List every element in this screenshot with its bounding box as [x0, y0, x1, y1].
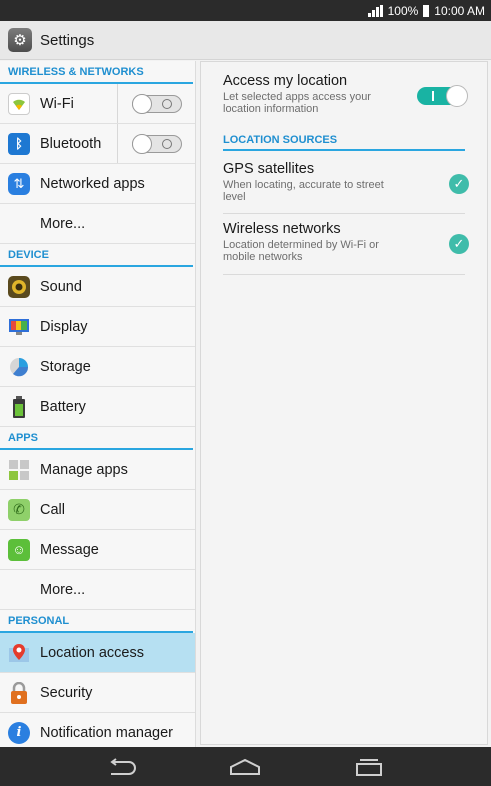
sidebar-item-storage[interactable]: Storage: [0, 347, 195, 387]
back-icon[interactable]: [102, 752, 142, 782]
home-icon[interactable]: [225, 752, 265, 782]
recent-apps-icon[interactable]: [349, 752, 389, 782]
sidebar-item-label: Security: [40, 684, 93, 701]
gps-check-icon[interactable]: ✓: [449, 174, 469, 194]
action-bar: ⚙ Settings: [0, 21, 491, 60]
bluetooth-toggle-container: [117, 124, 195, 163]
location-pin-icon: [8, 642, 30, 664]
message-icon: ☺: [8, 538, 30, 561]
section-header-wireless: WIRELESS & NETWORKS: [0, 61, 193, 84]
speaker-icon: [8, 275, 30, 298]
battery-percent: 100%: [387, 3, 419, 18]
wireless-networks-row[interactable]: Wireless networks Location determined by…: [223, 221, 465, 263]
sidebar-item-location-access[interactable]: Location access: [0, 633, 195, 673]
sidebar-item-label: Networked apps: [40, 175, 145, 192]
sidebar-item-more-apps[interactable]: More...: [0, 570, 195, 610]
sidebar-item-sound[interactable]: Sound: [0, 267, 195, 307]
section-header-apps: APPS: [0, 427, 193, 450]
wifi-toggle-container: [117, 84, 195, 123]
sidebar-item-label: Location access: [40, 644, 144, 661]
sidebar-item-label: Wi-Fi: [40, 95, 74, 112]
sidebar-item-label: Message: [40, 541, 99, 558]
navigation-bar: [0, 747, 491, 786]
gps-satellites-row[interactable]: GPS satellites When locating, accurate t…: [223, 161, 465, 203]
sidebar-item-label: Battery: [40, 398, 86, 415]
location-sources-header: LOCATION SOURCES: [223, 134, 465, 151]
wifi-icon: [8, 92, 30, 115]
status-bar: 100% 10:00 AM: [0, 0, 491, 21]
wireless-title: Wireless networks: [223, 221, 341, 237]
signal-icon: [367, 4, 383, 17]
sidebar-item-label: Call: [40, 501, 65, 518]
sidebar-item-label: Display: [40, 318, 88, 335]
sidebar-item-label: Sound: [40, 278, 82, 295]
grid-icon: [8, 459, 30, 481]
sidebar-item-label: Bluetooth: [40, 135, 102, 152]
sidebar-item-more-wireless[interactable]: More...: [0, 204, 195, 244]
monitor-icon: [8, 316, 30, 338]
wireless-check-icon[interactable]: ✓: [449, 234, 469, 254]
sidebar-item-manage-apps[interactable]: Manage apps: [0, 450, 195, 490]
wireless-subtitle: Location determined by Wi-Fi or mobile n…: [223, 239, 379, 263]
sidebar-item-label: Notification manager: [40, 724, 173, 741]
settings-gear-icon[interactable]: ⚙: [8, 28, 32, 52]
wifi-toggle[interactable]: [131, 93, 182, 114]
bluetooth-icon: ᛒ: [8, 132, 30, 155]
sidebar-item-battery[interactable]: Battery: [0, 387, 195, 427]
sidebar-item-message[interactable]: ☺ Message: [0, 530, 195, 570]
gps-subtitle: When locating, accurate to street level: [223, 179, 384, 203]
phone-icon: ✆: [8, 498, 30, 521]
sidebar-item-label: Manage apps: [40, 461, 128, 478]
bluetooth-toggle[interactable]: [131, 133, 182, 154]
sidebar-item-label: Storage: [40, 358, 91, 375]
access-location-subtitle: Let selected apps access your location i…: [223, 91, 371, 115]
page-title: Settings: [40, 31, 95, 49]
access-location-toggle[interactable]: [417, 85, 468, 107]
sidebar-item-security[interactable]: Security: [0, 673, 195, 713]
pie-chart-icon: [8, 356, 30, 378]
sidebar-item-label: More...: [40, 215, 86, 232]
sidebar-item-call[interactable]: ✆ Call: [0, 490, 195, 530]
location-detail-pane: Access my location Let selected apps acc…: [200, 61, 488, 745]
gps-title: GPS satellites: [223, 161, 315, 177]
battery-status-icon: [423, 4, 430, 17]
section-header-device: DEVICE: [0, 244, 193, 267]
sidebar-item-display[interactable]: Display: [0, 307, 195, 347]
settings-list: WIRELESS & NETWORKS Wi-Fi ᛒ Bluetooth ⇅ …: [0, 61, 196, 753]
info-icon: i: [8, 721, 30, 744]
sidebar-item-wifi[interactable]: Wi-Fi: [0, 84, 195, 124]
sidebar-item-label: More...: [40, 581, 86, 598]
sidebar-item-bluetooth[interactable]: ᛒ Bluetooth: [0, 124, 195, 164]
sidebar-item-networked-apps[interactable]: ⇅ Networked apps: [0, 164, 195, 204]
networked-apps-icon: ⇅: [8, 172, 30, 195]
clock: 10:00 AM: [434, 3, 485, 18]
battery-icon: [8, 395, 30, 418]
section-header-personal: PERSONAL: [0, 610, 193, 633]
lock-icon: [8, 681, 30, 704]
divider: [223, 213, 465, 214]
divider: [223, 274, 465, 275]
